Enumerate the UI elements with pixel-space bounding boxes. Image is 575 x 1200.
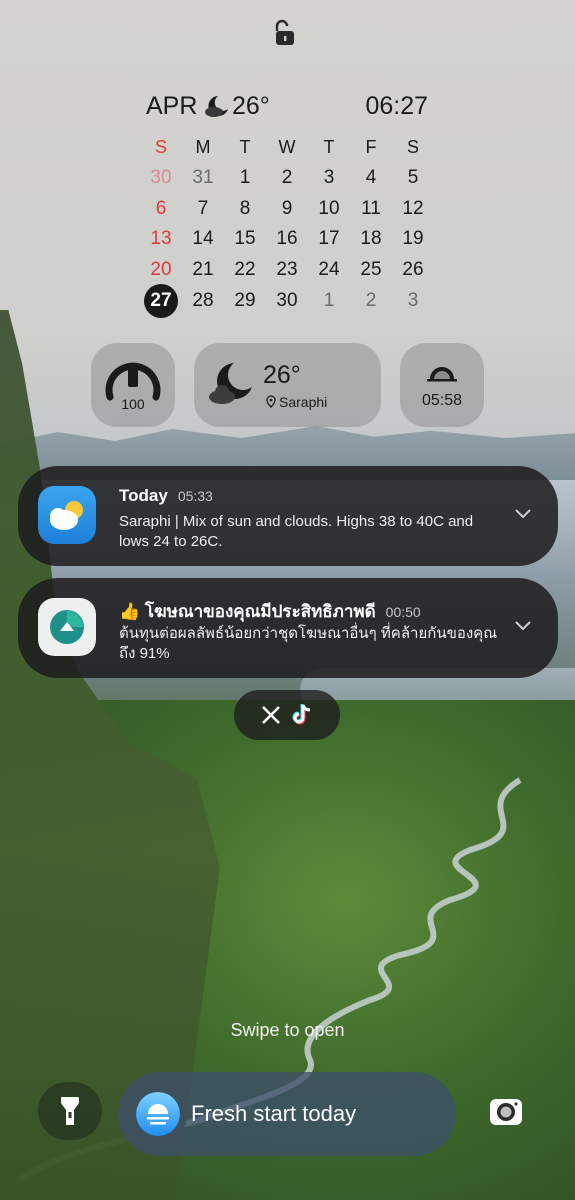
notification-body: Saraphi | Mix of sun and clouds. Highs 3… xyxy=(119,513,474,550)
battery-gauge-icon xyxy=(105,362,161,401)
battery-value: 100 xyxy=(121,396,145,412)
notification-time: 05:33 xyxy=(177,488,213,504)
day-cell: 1 xyxy=(323,289,335,311)
sunrise-app-icon xyxy=(136,1092,180,1136)
day-cell: 26 xyxy=(402,259,424,281)
sunrise-widget[interactable]: 05:58 xyxy=(400,343,484,427)
day-cell: 2 xyxy=(281,167,293,189)
today-badge: 27 xyxy=(144,283,178,318)
day-cell: 2 xyxy=(365,289,377,311)
day-cell: 6 xyxy=(155,197,167,219)
tiktok-icon xyxy=(292,704,311,725)
weekday-label: S xyxy=(154,136,167,157)
notification-weather[interactable]: Today 05:33 Saraphi | Mix of sun and clou… xyxy=(18,466,558,566)
notification-title: Today 05:33 xyxy=(119,486,213,506)
ad-app-icon xyxy=(38,598,96,656)
flashlight-icon xyxy=(61,1097,79,1125)
day-cell: 30 xyxy=(276,289,298,311)
day-cell: 8 xyxy=(239,197,251,219)
week-row: 13 14 15 16 17 18 19 xyxy=(140,224,434,255)
day-cell: 23 xyxy=(276,259,298,281)
fresh-start-label: Fresh start today xyxy=(191,1101,357,1126)
chevron-down-icon[interactable] xyxy=(514,508,532,520)
sunrise-time: 05:58 xyxy=(421,392,463,409)
chevron-down-icon[interactable] xyxy=(514,620,532,632)
weekday-label: T xyxy=(239,136,251,157)
weather-app-icon xyxy=(38,486,96,544)
weekday-label: F xyxy=(365,136,377,157)
weekday-label: T xyxy=(323,136,335,157)
day-cell: 24 xyxy=(318,259,340,281)
swipe-hint: Swipe to open xyxy=(230,1020,345,1040)
day-cell: 12 xyxy=(402,197,424,219)
weekday-label: S xyxy=(406,136,419,157)
clock-time: 06:27 xyxy=(365,92,428,120)
notification-time: 00:50 xyxy=(385,604,421,620)
week-row: 27 28 29 30 1 2 3 xyxy=(140,283,434,318)
weekday-row: S M T W T F S xyxy=(140,132,434,163)
day-cell: 16 xyxy=(276,228,298,250)
flashlight-button[interactable] xyxy=(38,1082,102,1140)
day-cell: 18 xyxy=(360,228,382,250)
calendar-widget[interactable]: S M T W T F S 30 31 1 2 3 4 5 6 7 8 9 10… xyxy=(140,132,434,318)
current-temp: 26° xyxy=(232,92,270,120)
night-cloud-icon xyxy=(205,96,228,117)
day-cell: 4 xyxy=(365,167,377,189)
weather-widget[interactable]: 26° Saraphi xyxy=(194,343,381,427)
weather-temp: 26° xyxy=(263,361,301,389)
fresh-start-suggestion[interactable]: Fresh start today xyxy=(118,1072,456,1156)
clock-row: APR 26° 06:27 xyxy=(146,92,428,122)
day-cell: 1 xyxy=(239,167,251,189)
month-label: APR xyxy=(146,92,198,120)
notification-title-text: Today xyxy=(119,486,168,505)
day-cell: 14 xyxy=(192,228,214,250)
day-cell: 31 xyxy=(192,167,214,189)
day-cell: 30 xyxy=(150,167,172,189)
day-cell: 25 xyxy=(360,259,382,281)
weekday-label: M xyxy=(195,136,211,157)
moon-cloud-icon xyxy=(209,363,252,404)
day-cell: 5 xyxy=(407,167,419,189)
notification-title-text: 👍 โฆษณาของคุณมีประสิทธิภาพดี xyxy=(119,602,376,621)
week-row: 30 31 1 2 3 4 5 xyxy=(140,163,434,194)
day-cell: 13 xyxy=(150,228,172,250)
notification-title: 👍 โฆษณาของคุณมีประสิทธิภาพดี 00:50 xyxy=(119,598,421,625)
x-icon xyxy=(262,706,280,724)
day-cell: 3 xyxy=(323,167,335,189)
battery-widget[interactable]: 100 xyxy=(91,343,175,427)
day-cell: 7 xyxy=(197,197,209,219)
weekday-label: W xyxy=(278,136,296,157)
camera-icon[interactable] xyxy=(488,1094,524,1130)
day-cell: 29 xyxy=(234,289,256,311)
day-cell: 19 xyxy=(402,228,424,250)
today-cell: 27 xyxy=(140,283,182,318)
day-cell: 28 xyxy=(192,289,214,311)
location-pin-icon xyxy=(266,395,276,408)
week-row: 6 7 8 9 10 11 12 xyxy=(140,193,434,224)
notification-app-icons[interactable] xyxy=(234,690,340,740)
day-cell: 10 xyxy=(318,197,340,219)
day-cell: 11 xyxy=(361,197,381,219)
day-cell: 21 xyxy=(192,259,214,281)
day-cell: 20 xyxy=(150,259,172,281)
day-cell: 22 xyxy=(234,259,256,281)
unlock-icon xyxy=(275,19,294,45)
day-cell: 3 xyxy=(407,289,419,311)
notification-body: ต้นทุนต่อผลลัพธ์น้อยกว่าชุดโฆษณาอื่นๆ ที… xyxy=(119,625,498,662)
day-cell: 15 xyxy=(234,228,256,250)
weather-location: Saraphi xyxy=(279,394,328,410)
day-cell: 17 xyxy=(318,228,340,250)
sunrise-icon xyxy=(427,367,457,382)
notification-ad[interactable]: 👍 โฆษณาของคุณมีประสิทธิภาพดี 00:50 ต้นทุน… xyxy=(18,578,558,678)
week-row: 20 21 22 23 24 25 26 xyxy=(140,255,434,286)
day-cell: 9 xyxy=(281,197,293,219)
